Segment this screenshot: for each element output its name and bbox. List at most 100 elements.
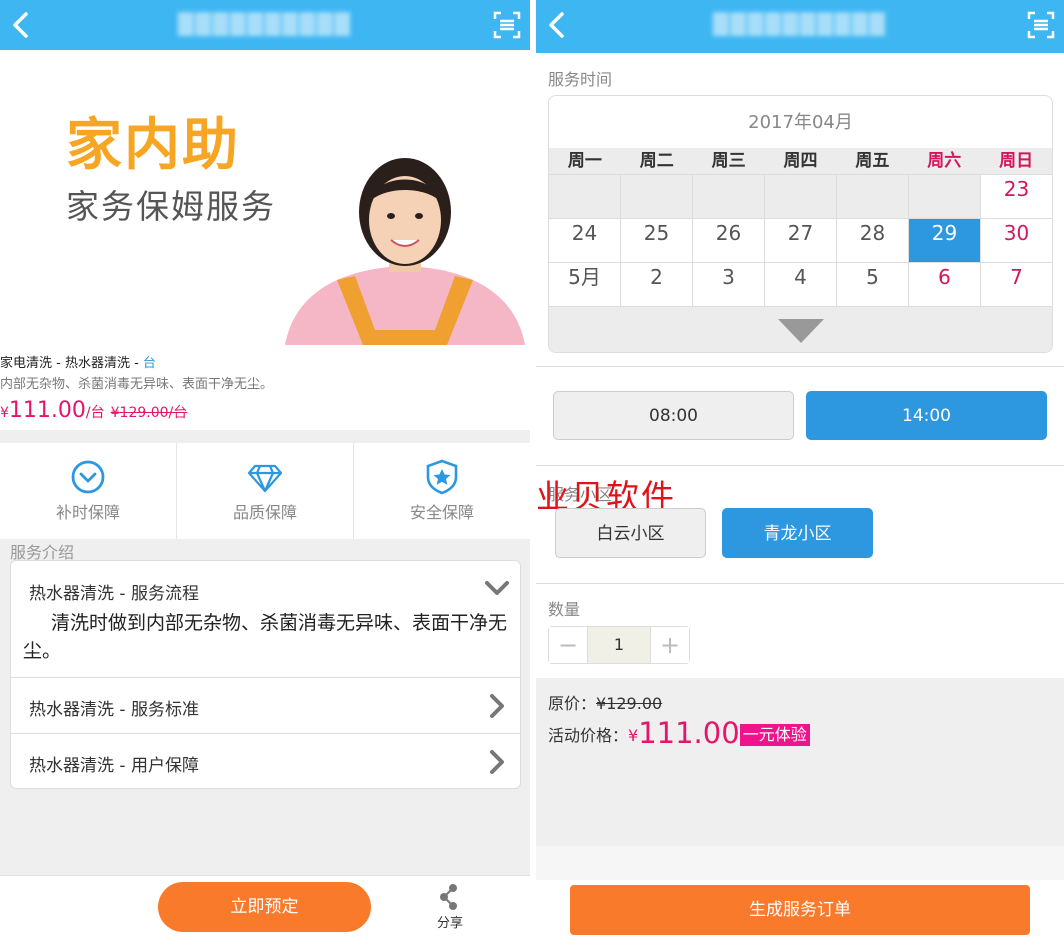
bottom-strip bbox=[536, 846, 1064, 880]
calendar-day[interactable]: 24 bbox=[549, 219, 621, 262]
intro-item-title: 热水器清洗 - 用户保障 bbox=[29, 756, 199, 776]
original-price: ¥129.00/台 bbox=[110, 405, 188, 421]
share-label: 分享 bbox=[436, 916, 463, 931]
product-name-text: 家电清洗 - 热水器清洗 - bbox=[0, 356, 143, 371]
calendar-day[interactable]: 6 bbox=[909, 263, 981, 306]
guarantee-label: 品质保障 bbox=[232, 503, 297, 522]
bottom-action-bar: 立即预定 分享 bbox=[0, 875, 530, 937]
calendar-day[interactable]: 28 bbox=[837, 219, 909, 262]
housekeeper-photo bbox=[285, 158, 525, 345]
guarantee-timely[interactable]: 补时保障 bbox=[0, 443, 177, 539]
triangle-down-icon[interactable] bbox=[777, 319, 824, 343]
weekday-sun: 周日 bbox=[999, 151, 1034, 171]
time-slot-0800[interactable]: 08:00 bbox=[553, 391, 794, 440]
banner-subtitle: 家务保姆服务 bbox=[66, 187, 276, 226]
weekday-sat: 周六 bbox=[927, 151, 962, 171]
quantity-input[interactable]: 1 bbox=[587, 627, 651, 663]
calendar-expand[interactable] bbox=[549, 306, 1052, 352]
calendar-empty-cell bbox=[621, 175, 693, 218]
right-top-bar: ██████████ bbox=[536, 0, 1064, 53]
guarantee-safety[interactable]: 安全保障 bbox=[354, 443, 530, 539]
time-slot-1400[interactable]: 14:00 bbox=[806, 391, 1047, 440]
separator-band bbox=[0, 430, 530, 443]
area-baiyun[interactable]: 白云小区 bbox=[555, 508, 706, 558]
weekday-tue: 周二 bbox=[639, 151, 674, 171]
weekday-wed: 周三 bbox=[711, 151, 746, 171]
scan-icon[interactable] bbox=[492, 10, 522, 40]
calendar-day[interactable]: 26 bbox=[693, 219, 765, 262]
area-qinglong[interactable]: 青龙小区 bbox=[722, 508, 873, 558]
calendar-day-selected[interactable]: 29 bbox=[909, 219, 981, 262]
calendar-empty-cell bbox=[837, 175, 909, 218]
calendar-day[interactable]: 30 bbox=[981, 219, 1052, 262]
page-title-blurred: ██████████ bbox=[178, 12, 352, 36]
page-title-blurred: ██████████ bbox=[713, 12, 887, 36]
calendar-day[interactable]: 3 bbox=[693, 263, 765, 306]
product-unit: 台 bbox=[142, 356, 156, 371]
promo-badge: 一元体验 bbox=[739, 724, 810, 746]
calendar-day[interactable]: 23 bbox=[981, 175, 1052, 218]
reserve-now-button[interactable]: 立即预定 bbox=[158, 882, 371, 932]
chevron-right-icon[interactable] bbox=[484, 749, 510, 775]
calendar-day[interactable]: 4 bbox=[765, 263, 837, 306]
guarantee-quality[interactable]: 品质保障 bbox=[177, 443, 354, 539]
create-order-button[interactable]: 生成服务订单 bbox=[570, 885, 1030, 935]
intro-item-process[interactable]: 热水器清洗 - 服务流程 清洗时做到内部无杂物、杀菌消毒无异味、表面干净无尘。 bbox=[11, 561, 520, 677]
share-button[interactable]: 分享 bbox=[430, 882, 470, 936]
calendar-week-row: 24 25 26 27 28 29 30 bbox=[549, 218, 1052, 262]
chevron-down-icon[interactable] bbox=[484, 575, 510, 601]
weekday-thu: 周四 bbox=[783, 151, 818, 171]
calendar-empty-cell bbox=[693, 175, 765, 218]
calendar-day[interactable]: 5 bbox=[837, 263, 909, 306]
calendar-day[interactable]: 27 bbox=[765, 219, 837, 262]
calendar-grid: 23 24 25 26 27 28 29 30 5月 2 3 4 5 6 7 bbox=[549, 174, 1052, 306]
diamond-icon bbox=[247, 464, 283, 493]
intro-item-standard[interactable]: 热水器清洗 - 服务标准 bbox=[11, 677, 520, 733]
calendar-day[interactable]: 25 bbox=[621, 219, 693, 262]
calendar-empty-cell bbox=[765, 175, 837, 218]
shield-star-icon bbox=[426, 459, 458, 495]
product-name: 家电清洗 - 热水器清洗 - 台 bbox=[0, 352, 156, 371]
service-time-label: 服务时间 bbox=[548, 70, 613, 89]
currency-symbol: ¥ bbox=[0, 405, 9, 421]
intro-item-title: 热水器清洗 - 服务流程 bbox=[29, 584, 199, 604]
minus-button[interactable]: − bbox=[549, 627, 587, 663]
weekday-fri: 周五 bbox=[855, 151, 890, 171]
intro-item-body: 清洗时做到内部无杂物、杀菌消毒无异味、表面干净无尘。 bbox=[23, 612, 508, 662]
product-description: 内部无杂物、杀菌消毒无异味、表面干净无尘。 bbox=[0, 377, 274, 392]
calendar-day[interactable]: 5月 bbox=[549, 263, 621, 306]
currency-symbol: ¥ bbox=[628, 726, 639, 745]
calendar-weekdays: 周一 周二 周三 周四 周五 周六 周日 bbox=[549, 148, 1052, 174]
product-price: ¥111.00/台 ¥129.00/台 bbox=[0, 398, 187, 423]
calendar-empty-cell bbox=[909, 175, 981, 218]
calendar-day[interactable]: 2 bbox=[621, 263, 693, 306]
right-screen: ██████████ 服务时间 2017年04月 周一 周二 周三 周四 周五 … bbox=[536, 0, 1064, 937]
plus-button[interactable]: + bbox=[651, 627, 689, 663]
section-divider bbox=[536, 465, 1064, 466]
quantity-label: 数量 bbox=[548, 600, 581, 619]
activity-price-value: 111.00 bbox=[638, 716, 740, 750]
price-unit: /台 bbox=[85, 405, 105, 421]
left-top-bar: ██████████ bbox=[0, 0, 530, 50]
scan-icon[interactable] bbox=[1026, 10, 1056, 40]
calendar-day[interactable]: 7 bbox=[981, 263, 1052, 306]
guarantee-label: 安全保障 bbox=[409, 503, 474, 522]
date-calendar: 2017年04月 周一 周二 周三 周四 周五 周六 周日 23 24 25 2… bbox=[548, 95, 1053, 353]
calendar-week-row: 23 bbox=[549, 174, 1052, 218]
activity-price-row: 活动价格：¥111.00 一元体验 bbox=[548, 716, 810, 750]
section-divider bbox=[536, 366, 1064, 367]
original-price-value: ¥129.00 bbox=[596, 694, 663, 713]
chevron-right-icon[interactable] bbox=[484, 693, 510, 719]
calendar-week-row: 5月 2 3 4 5 6 7 bbox=[549, 262, 1052, 306]
promo-banner: 家内助 家务保姆服务 bbox=[0, 50, 530, 345]
intro-item-protection[interactable]: 热水器清洗 - 用户保障 bbox=[11, 733, 520, 789]
original-price-row: 原价：¥129.00 bbox=[548, 690, 662, 714]
intro-item-title: 热水器清洗 - 服务标准 bbox=[29, 700, 199, 720]
guarantee-bar: 补时保障 品质保障 安全保障 bbox=[0, 443, 530, 539]
left-screen: ██████████ 家内助 家务保姆服务 家电清洗 - 热水器清洗 - 台 内… bbox=[0, 0, 530, 937]
section-divider bbox=[536, 583, 1064, 584]
quantity-stepper: − 1 + bbox=[548, 626, 690, 664]
banner-title: 家内助 bbox=[66, 113, 240, 178]
intro-card: 热水器清洗 - 服务流程 清洗时做到内部无杂物、杀菌消毒无异味、表面干净无尘。 … bbox=[10, 560, 521, 789]
activity-price-label: 活动价格： bbox=[548, 726, 629, 745]
